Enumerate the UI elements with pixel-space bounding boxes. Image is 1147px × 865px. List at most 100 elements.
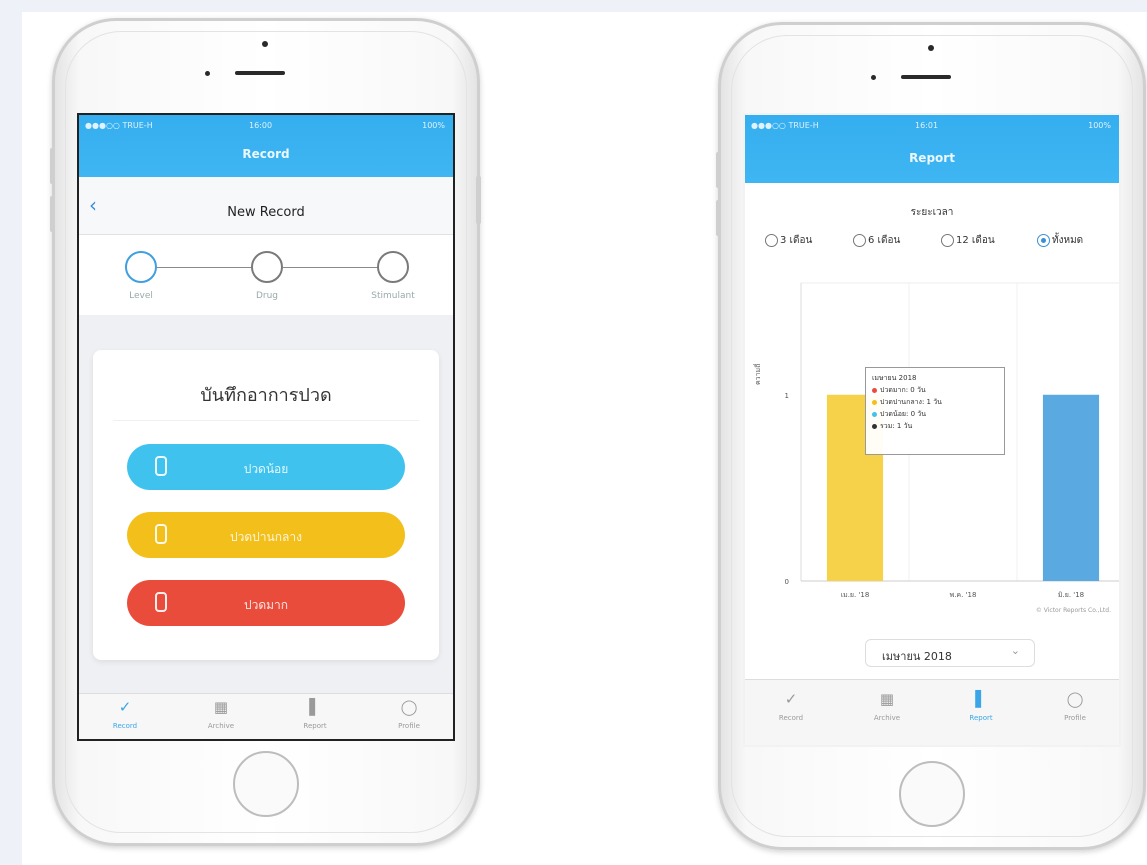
step-label: Level (129, 291, 153, 301)
carrier: ●●●○○ TRUE-H (85, 121, 153, 130)
moderate-pain-button[interactable]: ปวดปานกลาง (127, 512, 405, 558)
tab-record[interactable]: ✓ Record (93, 698, 157, 730)
status-bar: ●●●○○ TRUE-H 16:00 100% (79, 115, 453, 137)
app-title: Record (242, 147, 290, 161)
home-button[interactable] (899, 761, 965, 827)
tooltip-text: ปวดมาก: 0 วัน (880, 386, 926, 394)
tab-report[interactable]: ▌ Report (283, 698, 347, 730)
progress-stepper: Level Drug Stimulant (79, 235, 453, 315)
battery: 100% (1088, 121, 1111, 130)
radio-6-months[interactable]: 6 เดือน (853, 233, 900, 248)
tab-label: Record (112, 722, 138, 730)
proximity-sensor (262, 41, 268, 47)
check-circle-icon: ✓ (784, 690, 798, 708)
front-camera (871, 75, 876, 80)
earpiece-speaker (235, 71, 285, 75)
clock: 16:01 (915, 121, 939, 130)
select-value: เมษายน 2018 (882, 650, 952, 663)
page-title: New Record (227, 205, 305, 220)
power-button (476, 176, 481, 224)
tab-label: Report (969, 714, 993, 722)
app-title: Report (909, 151, 955, 165)
tab-bar: ✓ Record ▦ Archive ▌ Report ◯ Profile (745, 679, 1119, 745)
tab-label: Profile (1064, 714, 1086, 722)
tab-profile[interactable]: ◯ Profile (1043, 690, 1107, 722)
stepper-line (157, 267, 253, 268)
battery: 100% (422, 121, 445, 130)
radio-circle (853, 234, 866, 247)
stepper-line (283, 267, 379, 268)
screen-report: ●●●○○ TRUE-H 16:01 100% Report ระยะเวลา … (743, 113, 1121, 747)
tooltip-row: ปวดมาก: 0 วัน (872, 384, 998, 396)
month-select[interactable]: เมษายน 2018 ⌄ (865, 639, 1035, 667)
chevron-down-icon: ⌄ (1010, 644, 1020, 657)
period-title: ระยะเวลา (910, 207, 954, 218)
tab-label: Record (778, 714, 804, 722)
step-label: Drug (255, 291, 279, 301)
tab-label: Archive (207, 722, 235, 730)
phone-right: ●●●○○ TRUE-H 16:01 100% Report ระยะเวลา … (718, 22, 1146, 850)
x-tick-label: พ.ค. '18 (950, 591, 977, 599)
chart-tooltip: เมษายน 2018 ปวดมาก: 0 วัน ปวดปานกลาง: 1 … (865, 367, 1005, 455)
home-button[interactable] (233, 751, 299, 817)
screen-record: ●●●○○ TRUE-H 16:00 100% Record ‹ New Rec… (77, 113, 455, 741)
chart-bar (1042, 394, 1100, 581)
radio-all[interactable]: ทั้งหมด (1037, 233, 1083, 248)
radio-12-months[interactable]: 12 เดือน (941, 233, 995, 248)
bar-chart: 0 1 เม.ย. '18 พ.ค. '18 มิ.ย. '18 (785, 282, 1119, 599)
tab-archive[interactable]: ▦ Archive (189, 698, 253, 730)
tab-label: Archive (873, 714, 901, 722)
bar-chart-icon: ▌ (975, 690, 987, 708)
button-label: ปวดปานกลาง (230, 530, 302, 544)
radio-label: ทั้งหมด (1052, 235, 1084, 246)
app-header: ●●●○○ TRUE-H 16:01 100% Report (745, 115, 1119, 183)
tab-record[interactable]: ✓ Record (759, 690, 823, 722)
tab-label: Profile (398, 722, 420, 730)
profile-icon: ◯ (400, 698, 418, 716)
tab-archive[interactable]: ▦ Archive (855, 690, 919, 722)
legend-dot (872, 387, 877, 393)
tab-profile[interactable]: ◯ Profile (377, 698, 441, 730)
button-label: ปวดมาก (243, 598, 289, 612)
step-stimulant[interactable] (377, 251, 409, 283)
tab-label: Report (303, 722, 327, 730)
front-camera (205, 71, 210, 76)
step-level[interactable] (125, 251, 157, 283)
profile-icon: ◯ (1066, 690, 1084, 708)
nav-bar: ‹ New Record (79, 177, 453, 235)
app-header: ●●●○○ TRUE-H 16:00 100% Record (79, 115, 453, 177)
step-label: Stimulant (371, 291, 415, 301)
step-drug[interactable] (251, 251, 283, 283)
pain-record-card: บันทึกอาการปวด ปวดน้อย ปวดปานกลาง ปวดมาก (93, 350, 439, 660)
tooltip-title: เมษายน 2018 (872, 374, 917, 382)
divider (113, 420, 419, 421)
radio-3-months[interactable]: 3 เดือน (765, 233, 812, 248)
radio-circle (765, 234, 778, 247)
earpiece-speaker (901, 75, 951, 79)
volume-button (50, 196, 55, 232)
tooltip-row: ปวดปานกลาง: 1 วัน (872, 396, 998, 408)
tooltip-text: รวม: 1 วัน (880, 422, 913, 430)
carrier: ●●●○○ TRUE-H (751, 121, 819, 130)
legend-dot (872, 411, 877, 417)
severe-pain-button[interactable]: ปวดมาก (127, 580, 405, 626)
mild-pain-button[interactable]: ปวดน้อย (127, 444, 405, 490)
x-tick-label: มิ.ย. '18 (1058, 591, 1084, 599)
bar-chart-icon: ▌ (309, 698, 321, 716)
period-radio-group: 3 เดือน 6 เดือน 12 เดือน ทั้งหมด (765, 233, 1119, 253)
proximity-sensor (928, 45, 934, 51)
chart-credit: © Victor Reports Co.,Ltd. (1035, 607, 1111, 614)
volume-button (716, 152, 721, 188)
y-tick-label: 1 (785, 392, 789, 400)
x-tick-label: เม.ย. '18 (841, 591, 870, 599)
radio-label: 3 เดือน (780, 235, 813, 246)
tab-report[interactable]: ▌ Report (949, 690, 1013, 722)
volume-button (50, 148, 55, 184)
tab-bar: ✓ Record ▦ Archive ▌ Report ◯ Profile (79, 693, 453, 739)
tooltip-row: รวม: 1 วัน (872, 420, 998, 432)
status-bar: ●●●○○ TRUE-H 16:01 100% (745, 115, 1119, 137)
card-title: บันทึกอาการปวด (200, 385, 332, 406)
clock: 16:00 (249, 121, 273, 130)
tooltip-text: ปวดปานกลาง: 1 วัน (880, 398, 942, 406)
archive-icon: ▦ (879, 690, 895, 708)
